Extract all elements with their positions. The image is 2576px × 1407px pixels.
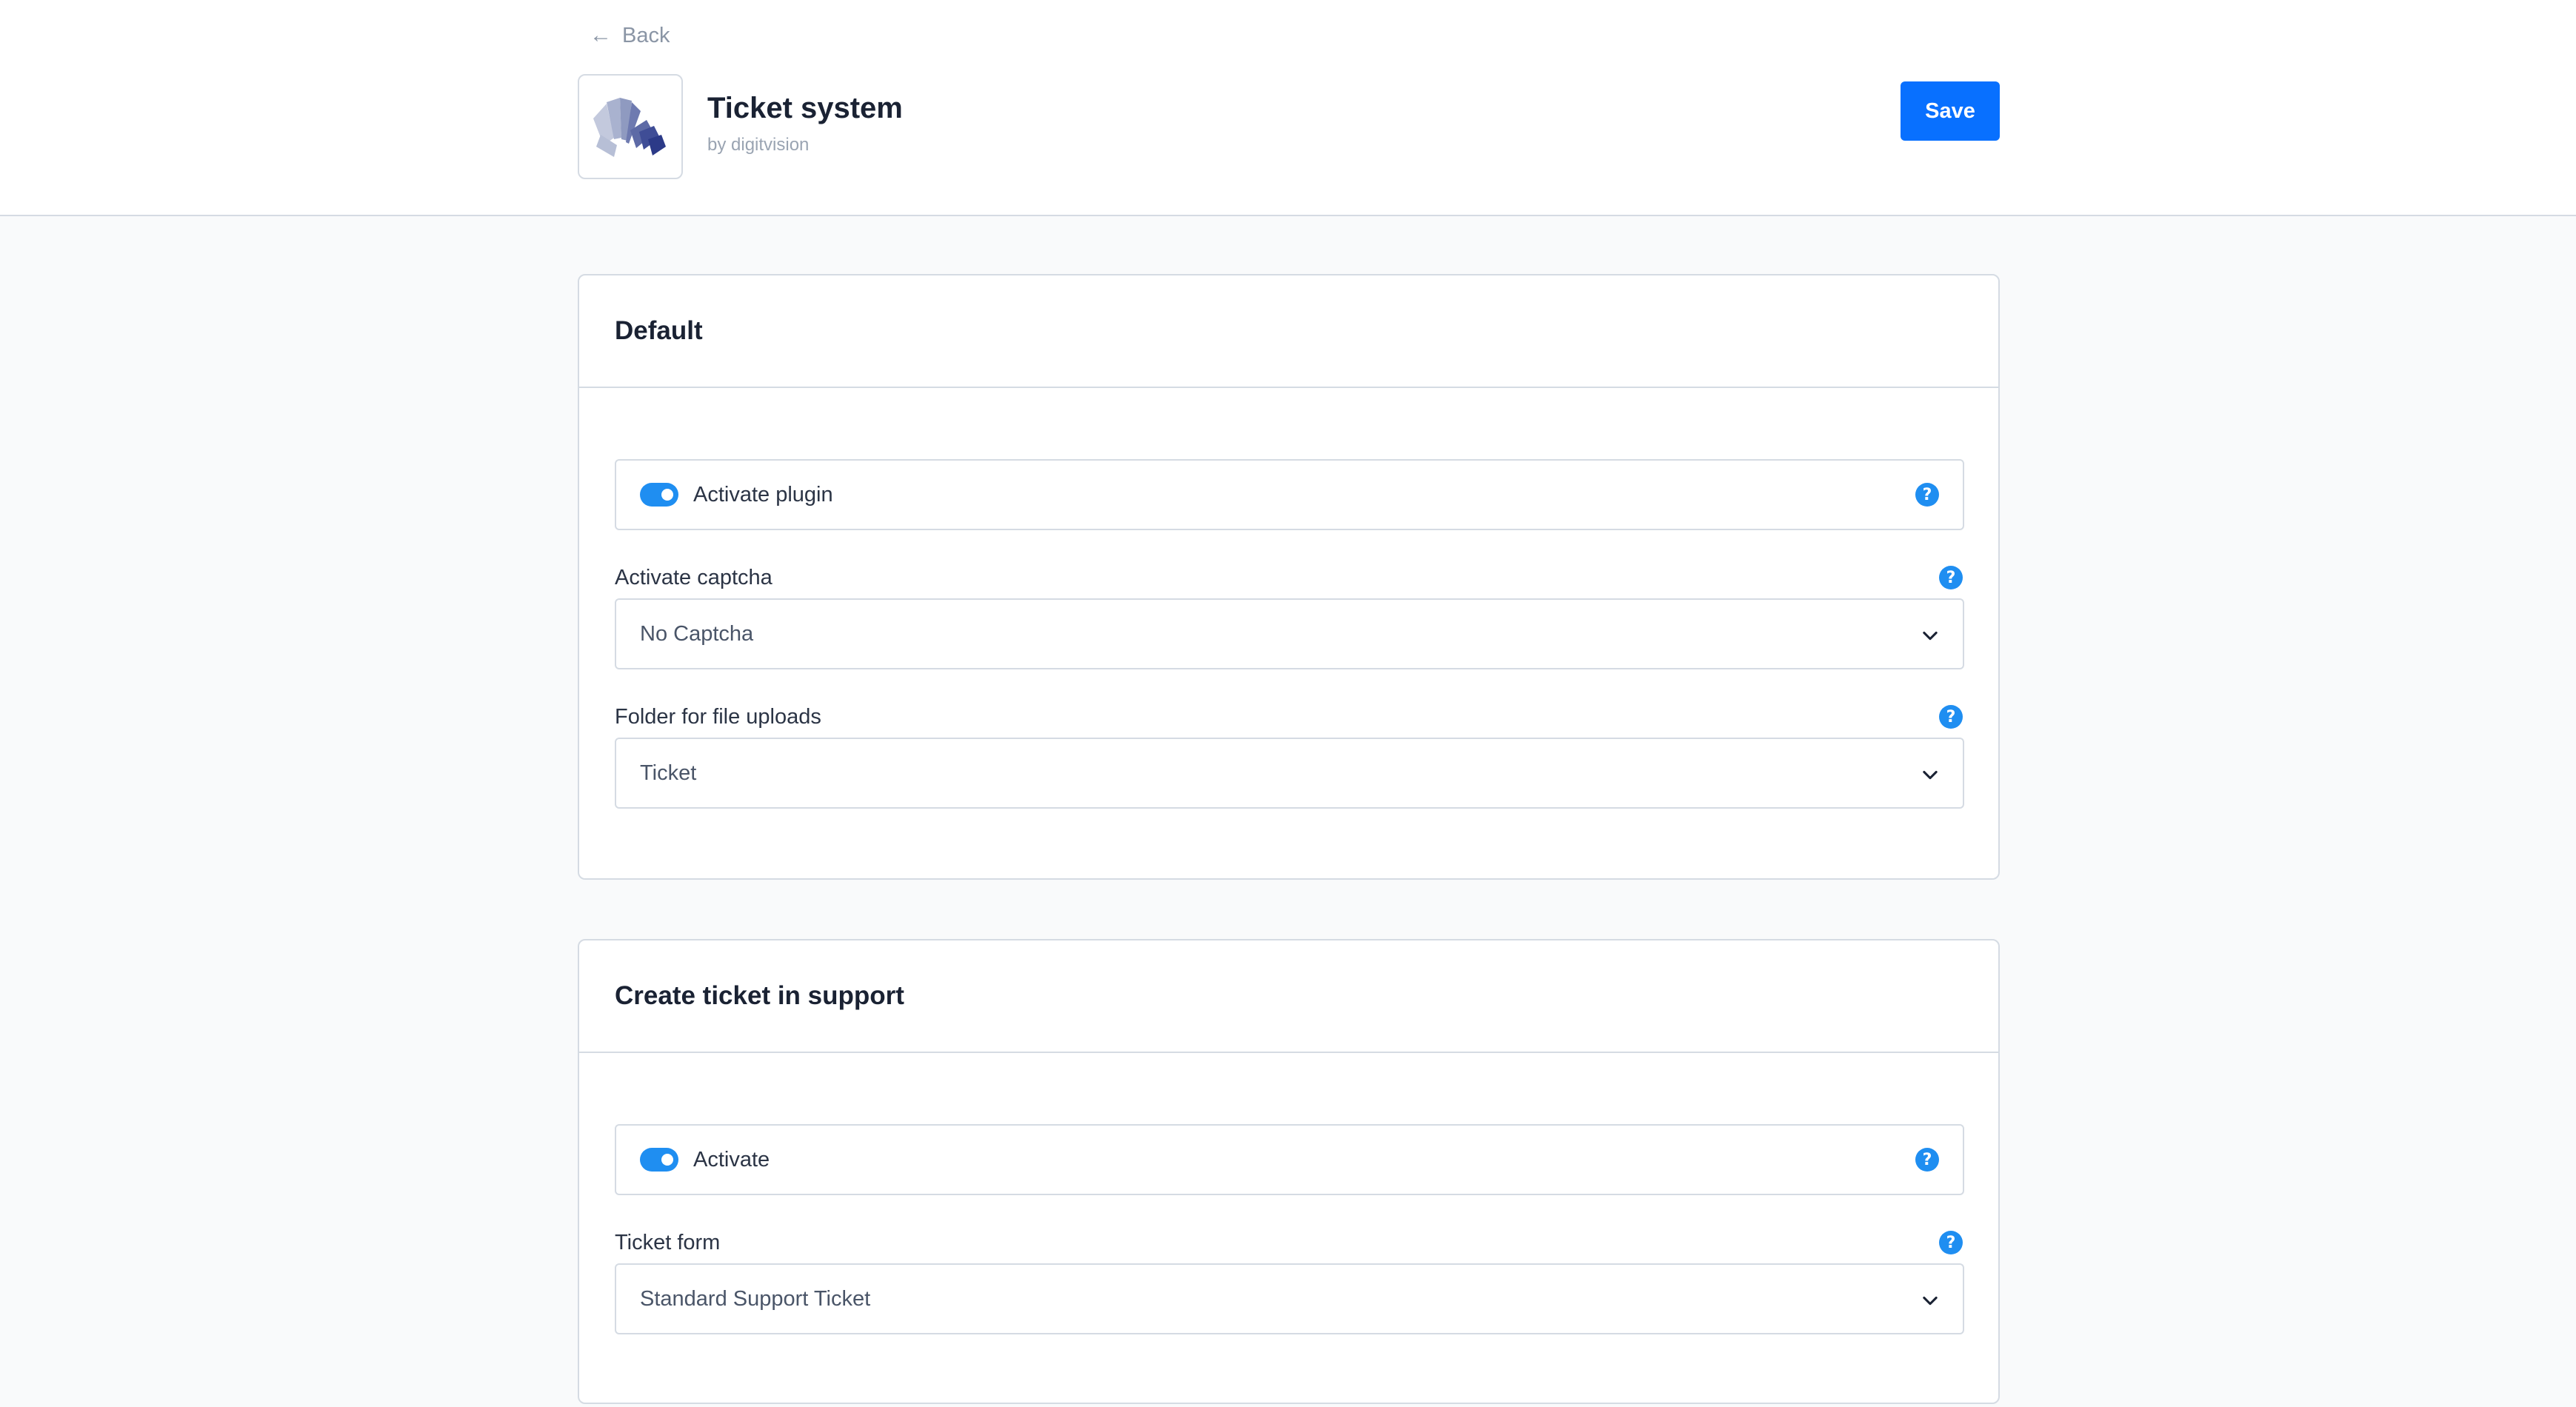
chevron-down-icon: [1923, 631, 1938, 641]
arrow-left-icon: ←: [590, 23, 612, 47]
section-title: Default: [579, 275, 1998, 388]
question-circle-icon[interactable]: ?: [1939, 566, 1963, 589]
app-vendor: by digitvision: [707, 135, 810, 155]
question-circle-icon[interactable]: ?: [1915, 1148, 1939, 1172]
activate-ticket-row: Activate ?: [615, 1124, 1964, 1195]
section-default: Default Activate plugin ? Activate captc…: [578, 274, 2000, 880]
question-circle-icon[interactable]: ?: [1939, 705, 1963, 729]
captcha-label: Activate captcha: [615, 566, 773, 589]
section-title: Create ticket in support: [579, 940, 1998, 1053]
app-title: Ticket system: [707, 92, 903, 124]
upload-folder-label: Folder for file uploads: [615, 705, 821, 729]
upload-folder-select[interactable]: Ticket: [615, 738, 1964, 809]
question-circle-icon[interactable]: ?: [1939, 1231, 1963, 1254]
activate-plugin-row: Activate plugin ?: [615, 459, 1964, 530]
activate-ticket-toggle[interactable]: [640, 1148, 678, 1172]
chevron-down-icon: [1923, 1296, 1938, 1306]
activate-ticket-label: Activate: [693, 1147, 770, 1172]
ticket-form-select[interactable]: Standard Support Ticket: [615, 1263, 1964, 1334]
question-circle-icon[interactable]: ?: [1915, 483, 1939, 507]
chevron-down-icon: [1923, 770, 1938, 780]
ticket-form-select-value: Standard Support Ticket: [640, 1286, 871, 1311]
page-header: ← Back Ticket system by digitvision Save: [0, 0, 2576, 216]
digitvision-logo-icon: [593, 98, 666, 157]
captcha-select[interactable]: No Captcha: [615, 598, 1964, 669]
captcha-select-value: No Captcha: [640, 621, 754, 646]
save-button[interactable]: Save: [1901, 81, 2000, 141]
section-create-ticket: Create ticket in support Activate ? Tick…: [578, 939, 2000, 1404]
back-label: Back: [622, 23, 670, 47]
app-logo: [578, 74, 683, 179]
upload-folder-select-value: Ticket: [640, 761, 697, 785]
activate-plugin-toggle[interactable]: [640, 483, 678, 507]
back-link[interactable]: ← Back: [590, 21, 670, 50]
ticket-form-label: Ticket form: [615, 1231, 721, 1254]
activate-plugin-label: Activate plugin: [693, 482, 833, 507]
